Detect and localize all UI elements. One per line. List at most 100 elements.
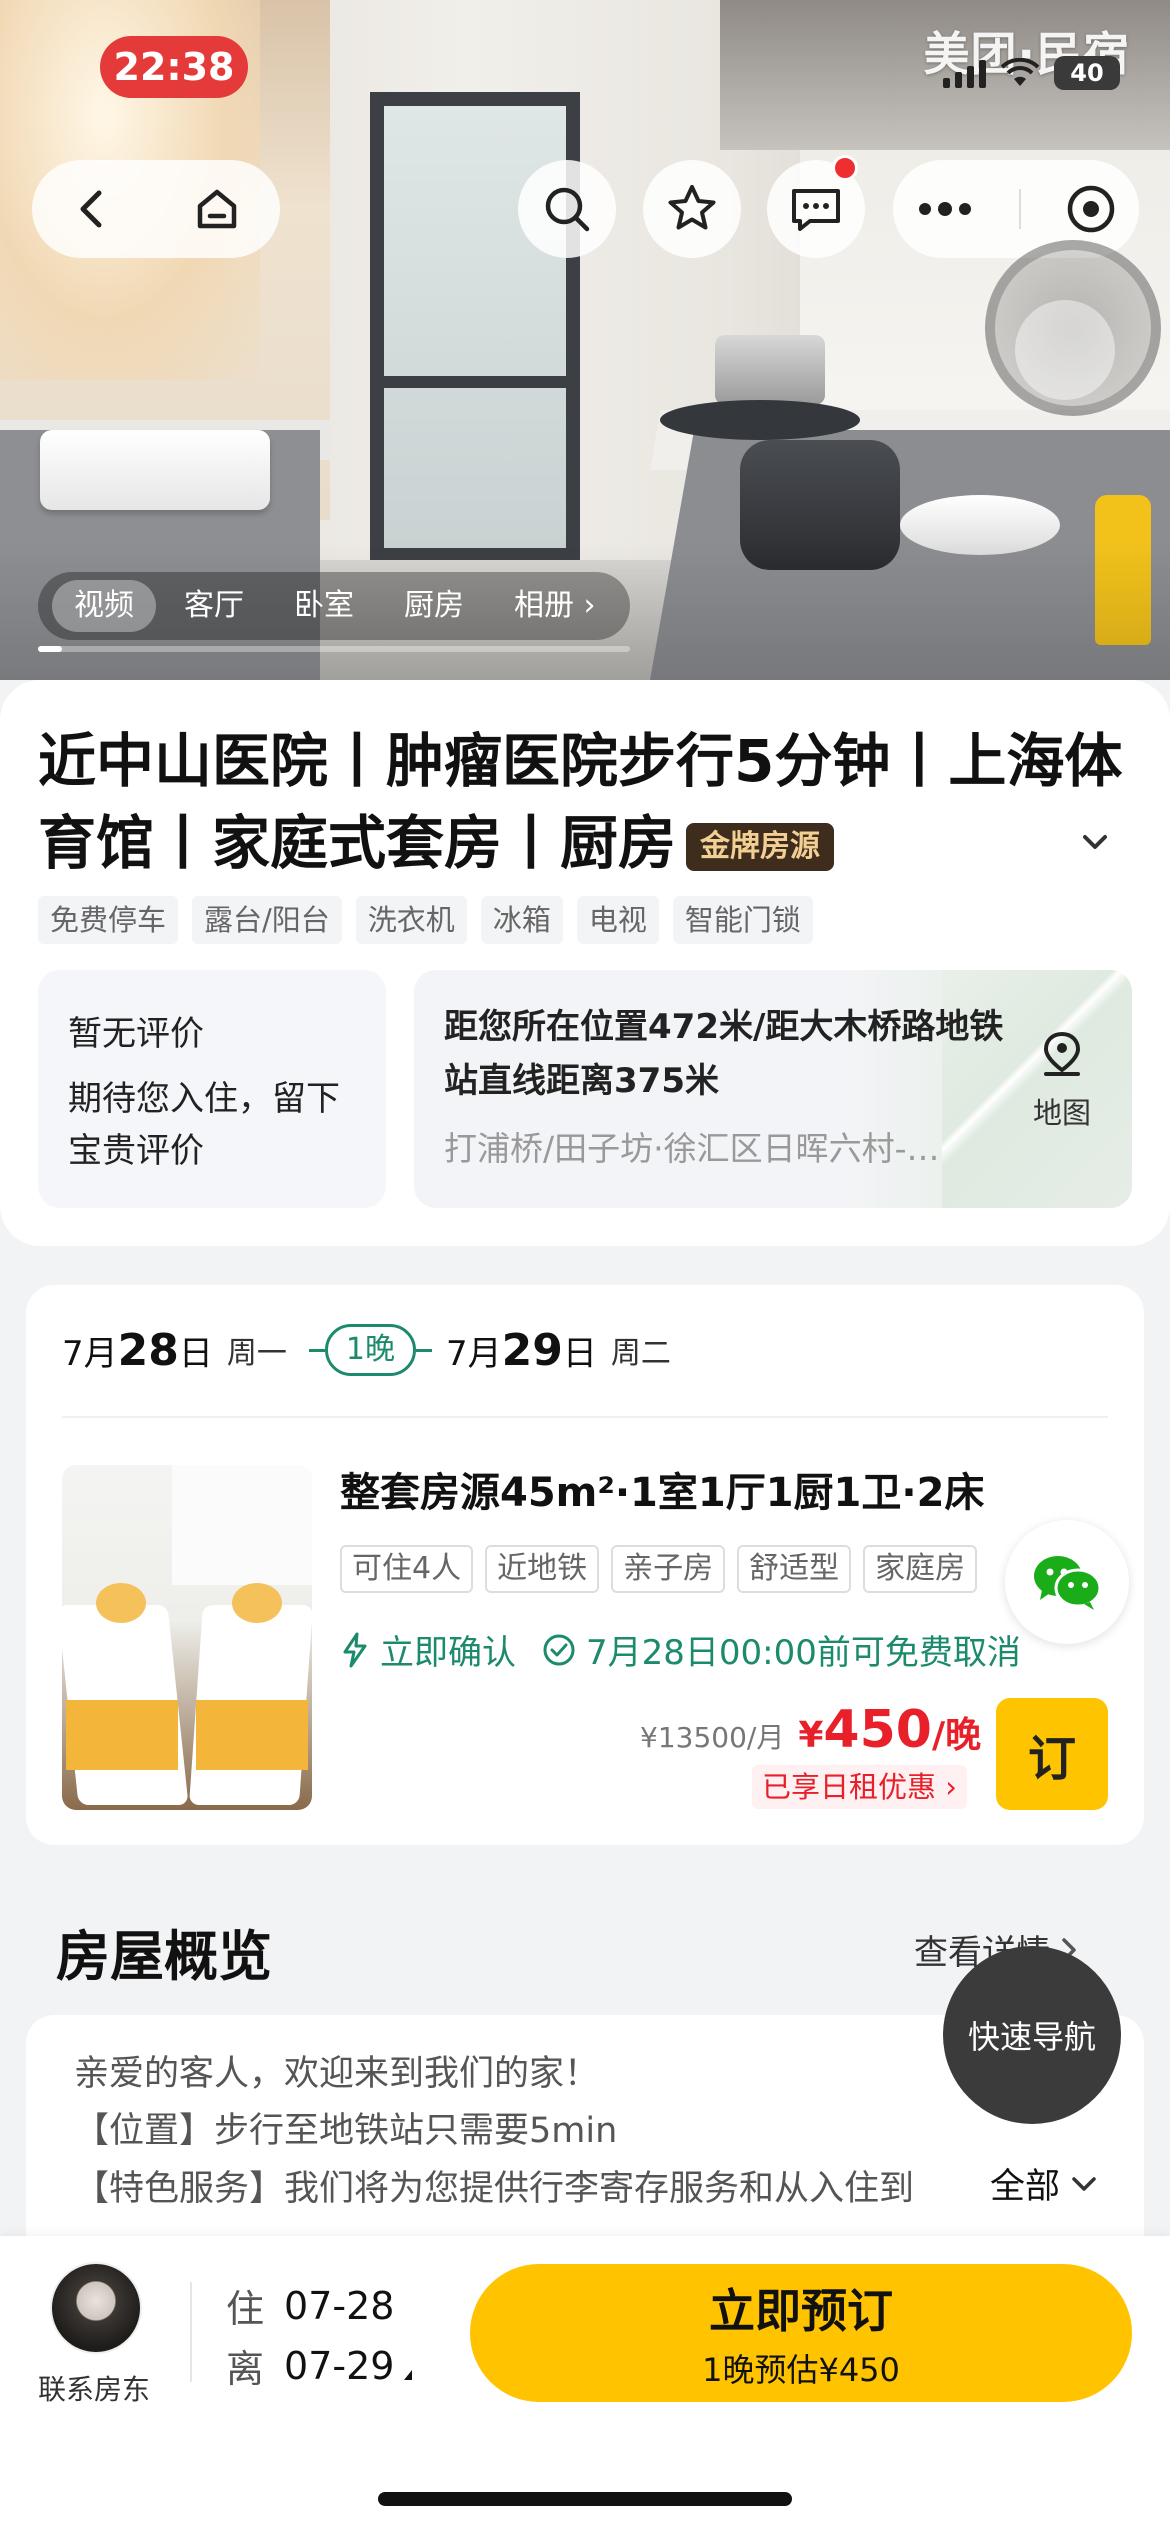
review-title: 暂无评价: [68, 1014, 204, 1054]
checkout-day: 29: [501, 1324, 563, 1376]
location-box[interactable]: 距您所在位置472米/距大木桥路地铁站直线距离375米 打浦桥/田子坊·徐汇区日…: [414, 970, 1132, 1208]
amenity-tag: 洗衣机: [355, 896, 467, 944]
close-target-icon[interactable]: [1065, 183, 1117, 235]
check-circle-icon: [543, 1634, 575, 1665]
contact-host-label[interactable]: 联系房东: [38, 2368, 150, 2408]
wechat-icon: [1034, 1556, 1102, 1610]
amenity-tag: 智能门锁: [672, 896, 813, 944]
map-button[interactable]: 地图: [1022, 1030, 1102, 1132]
checkout-month: 7月: [445, 1333, 502, 1374]
overview-line: 【位置】步行至地铁站只需要5min: [74, 2111, 618, 2151]
lightning-icon: [343, 1632, 367, 1667]
price-unit: /晚: [931, 1715, 982, 1756]
price-row: ¥13500/月 ¥450/晚: [640, 1700, 981, 1760]
date-selector[interactable]: 7月 28 日 周一 1晚 7月 29 日 周二: [62, 1320, 671, 1380]
wifi-icon: [1000, 58, 1040, 86]
more-icon[interactable]: [915, 199, 975, 219]
nights-count: 1晚: [324, 1324, 416, 1376]
book-now-label: 立即预订: [709, 2284, 893, 2338]
back-icon[interactable]: [71, 187, 115, 231]
nights-indicator: 1晚: [308, 1324, 432, 1376]
chevron-down-icon: [1072, 2176, 1096, 2191]
expand-all-label: 全部: [990, 2167, 1061, 2207]
checkout-date: 07-29: [284, 2343, 395, 2388]
nightly-price: ¥450/晚: [798, 1700, 981, 1760]
hero-sink: [40, 430, 270, 510]
tab-kitchen[interactable]: 厨房: [382, 580, 486, 632]
checkin-date: 07-28: [284, 2283, 395, 2328]
checkout-key: 离: [226, 2347, 265, 2391]
book-room-button[interactable]: 订: [996, 1698, 1108, 1810]
checkin-month: 7月: [62, 1333, 118, 1374]
confirm-row: 立即确认 7月28日00:00前可免费取消: [340, 1625, 1021, 1674]
map-label: 地图: [1032, 1096, 1091, 1130]
vr-view-handle-inner: [1015, 300, 1115, 400]
amenity-tag: 免费停车: [38, 896, 179, 944]
instant-confirm: 立即确认: [380, 1633, 516, 1673]
tab-video[interactable]: 视频: [52, 580, 156, 632]
tab-living-room[interactable]: 客厅: [162, 580, 266, 632]
media-tabs: 视频 客厅 卧室 厨房 相册 ›: [38, 572, 630, 640]
book-now-button[interactable]: 立即预订 1晚预估¥450: [470, 2264, 1132, 2402]
overview-title: 房屋概览: [56, 1925, 272, 1988]
booking-divider: [62, 1416, 1108, 1418]
footer-divider: [190, 2282, 192, 2382]
home-indicator: [378, 2492, 792, 2506]
checkin-key: 住: [226, 2287, 265, 2331]
checkout-day-suffix: 日: [562, 1333, 597, 1374]
video-progress-fill: [38, 646, 62, 652]
quick-nav-button[interactable]: 快速导航: [943, 1946, 1121, 2124]
tab-bedroom[interactable]: 卧室: [272, 580, 376, 632]
chat-icon: [792, 189, 840, 231]
status-icons: 40: [943, 56, 1120, 90]
room-title[interactable]: 整套房源45m²·1室1厅1厨1卫·2床: [340, 1460, 984, 1518]
home-icon[interactable]: [192, 184, 242, 234]
checkin-day: 28: [117, 1324, 179, 1376]
gold-badge: 金牌房源: [686, 822, 835, 871]
listing-title-text: 近中山医院丨肿瘤医院步行5分钟丨上海体育馆丨家庭式套房丨厨房: [38, 727, 1123, 877]
tab-album[interactable]: 相册 ›: [492, 580, 618, 632]
checkin-day-suffix: 日: [178, 1333, 213, 1374]
amenity-tag: 冰箱: [480, 896, 563, 944]
room-tag: 亲子房: [611, 1545, 726, 1593]
notification-dot: [832, 155, 858, 181]
amenity-tag: 电视: [576, 896, 659, 944]
wechat-share-button[interactable]: [1005, 1520, 1129, 1644]
checkout-summary[interactable]: 离 07-29: [226, 2338, 413, 2393]
monthly-price: ¥13500/月: [640, 1721, 785, 1754]
star-icon: [668, 185, 716, 230]
capsule-divider: [1019, 189, 1021, 229]
room-tag: 可住4人: [340, 1545, 474, 1593]
amenity-tag: 露台/阳台: [192, 896, 342, 944]
room-tag: 近地铁: [485, 1545, 600, 1593]
miniprogram-capsule: [893, 160, 1139, 258]
corner-caret-icon: [404, 2369, 413, 2380]
location-address: 打浦桥/田子坊·徐汇区日晖六村-…: [444, 1129, 940, 1168]
overview-line: 【特色服务】我们将为您提供行李寄存服务和从入住到: [74, 2169, 915, 2209]
overview-line: 亲爱的客人，欢迎来到我们的家！: [74, 2054, 600, 2094]
chevron-down-icon[interactable]: [1078, 825, 1112, 859]
avatar[interactable]: [50, 2262, 142, 2354]
discount-badge[interactable]: 已享日租优惠 ›: [752, 1765, 967, 1809]
checkin-weekday: 周一: [226, 1336, 287, 1371]
search-icon: [545, 187, 590, 232]
hero-pan: [660, 400, 860, 440]
room-photo[interactable]: [62, 1465, 312, 1810]
room-tags: 可住4人 近地铁 亲子房 舒适型 家庭房: [340, 1545, 978, 1593]
signal-icon: [943, 58, 986, 88]
room-tag: 家庭房: [863, 1545, 978, 1593]
checkout-weekday: 周二: [610, 1336, 671, 1371]
review-box[interactable]: 暂无评价 期待您入住，留下宝贵评价: [38, 970, 386, 1208]
amenity-list: 免费停车 露台/阳台 洗衣机 冰箱 电视 智能门锁: [38, 896, 813, 944]
checkin-summary[interactable]: 住 07-28: [226, 2278, 394, 2333]
favorite-button[interactable]: [643, 160, 741, 258]
video-progress[interactable]: [38, 646, 630, 652]
book-now-estimate: 1晚预估¥450: [702, 2351, 900, 2389]
search-button[interactable]: [518, 160, 616, 258]
nav-pill: [32, 160, 280, 258]
expand-all-button[interactable]: 全部: [960, 2158, 1099, 2209]
room-tag: 舒适型: [737, 1545, 852, 1593]
review-body: 期待您入住，留下宝贵评价: [68, 1079, 340, 1171]
hero-pot: [715, 335, 825, 405]
price-value: 450: [823, 1700, 932, 1760]
